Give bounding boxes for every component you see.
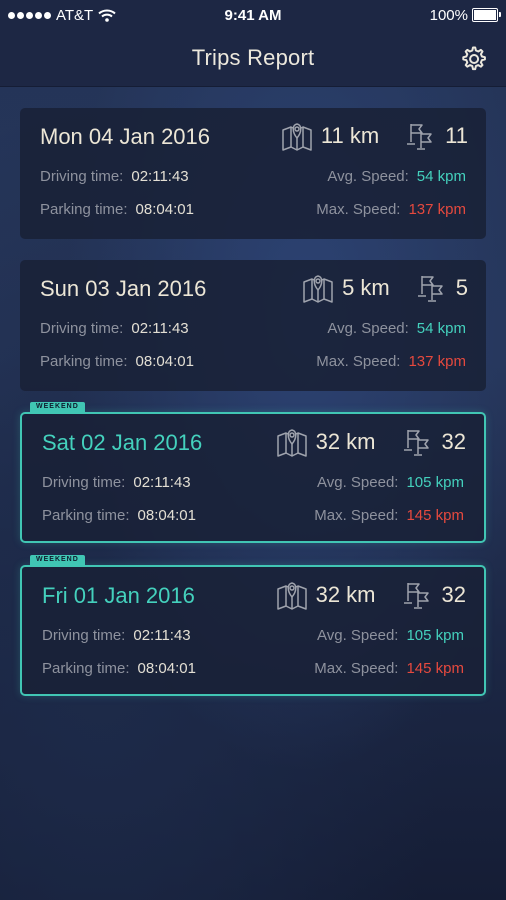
- trip-row-driving: Driving time: 02:11:43 Avg. Speed: 105 kpm: [42, 627, 464, 644]
- parking-time-label: Parking time:: [40, 201, 128, 218]
- driving-time-value: 02:11:43: [133, 474, 191, 491]
- flags-icon: [402, 579, 434, 611]
- status-right: 100%: [429, 6, 501, 24]
- trip-date: Sat 02 Jan 2016: [42, 430, 203, 455]
- trip-distance: 5 km: [342, 275, 390, 300]
- max-speed-label: Max. Speed:: [314, 507, 399, 524]
- map-pin-icon: [281, 120, 313, 152]
- avg-speed-value: 54 kpm: [416, 320, 466, 337]
- avg-speed-label: Avg. Speed:: [317, 474, 399, 491]
- parking-time-value: 08:04:01: [135, 353, 194, 370]
- trip-date: Sun 03 Jan 2016: [40, 276, 207, 301]
- max-speed-label: Max. Speed:: [316, 201, 401, 218]
- driving-time-label: Driving time:: [40, 168, 124, 185]
- nav-bar: Trips Report: [0, 30, 506, 87]
- trip-stops: 11: [445, 123, 468, 148]
- parking-time-label: Parking time:: [42, 507, 130, 524]
- trip-summary: 32 km 32: [276, 426, 466, 458]
- status-left: AT&T: [8, 7, 116, 24]
- settings-button[interactable]: [458, 44, 488, 74]
- parking-time-value: 08:04:01: [137, 660, 196, 677]
- weekend-tag: WEEKEND: [30, 555, 85, 565]
- max-speed-value: 137 kpm: [408, 353, 466, 370]
- avg-speed-value: 54 kpm: [416, 168, 466, 185]
- parking-time-label: Parking time:: [42, 660, 130, 677]
- weekend-tag: WEEKEND: [30, 402, 85, 412]
- trip-card[interactable]: Mon 04 Jan 2016 11 km 11 Driving time: 02…: [20, 108, 486, 239]
- parking-time-value: 08:04:01: [137, 507, 196, 524]
- parking-time-value: 08:04:01: [135, 201, 194, 218]
- avg-speed-label: Avg. Speed:: [317, 627, 399, 644]
- trip-summary: 5 km 5: [302, 272, 468, 304]
- carrier-label: AT&T: [56, 6, 94, 24]
- gear-icon: [462, 46, 486, 71]
- avg-speed-value: 105 kpm: [406, 474, 464, 491]
- trip-stops: 32: [441, 582, 466, 607]
- battery-percent: 100%: [429, 6, 468, 24]
- max-speed-value: 137 kpm: [408, 201, 466, 218]
- driving-time-value: 02:11:43: [131, 168, 189, 185]
- trip-card[interactable]: Sat 02 Jan 2016 32 km 32 Driving time: 02…: [20, 412, 486, 543]
- trip-row-parking: Parking time: 08:04:01 Max. Speed: 145 kpm: [42, 660, 464, 677]
- flags-icon: [405, 120, 437, 152]
- flags-icon: [402, 426, 434, 458]
- max-speed-label: Max. Speed:: [316, 353, 401, 370]
- map-pin-icon: [276, 579, 308, 611]
- driving-time-value: 02:11:43: [133, 627, 191, 644]
- trip-distance: 32 km: [315, 429, 376, 454]
- trip-summary: 32 km 32: [276, 579, 466, 611]
- max-speed-label: Max. Speed:: [314, 660, 399, 677]
- trip-row-driving: Driving time: 02:11:43 Avg. Speed: 54 kpm: [40, 168, 466, 185]
- avg-speed-value: 105 kpm: [406, 627, 464, 644]
- max-speed-value: 145 kpm: [406, 660, 464, 677]
- trip-card[interactable]: Sun 03 Jan 2016 5 km 5 Driving time: 02:1…: [20, 260, 486, 391]
- driving-time-label: Driving time:: [42, 627, 126, 644]
- page-title: Trips Report: [191, 45, 315, 70]
- trip-row-driving: Driving time: 02:11:43 Avg. Speed: 105 kpm: [42, 474, 464, 491]
- avg-speed-label: Avg. Speed:: [327, 320, 409, 337]
- map-pin-icon: [302, 272, 334, 304]
- trip-stops: 5: [455, 275, 468, 300]
- driving-time-value: 02:11:43: [131, 320, 189, 337]
- wifi-icon: [98, 9, 116, 22]
- trip-card[interactable]: Fri 01 Jan 2016 32 km 32 Driving time: 02…: [20, 565, 486, 696]
- trip-row-parking: Parking time: 08:04:01 Max. Speed: 137 kpm: [40, 201, 466, 218]
- driving-time-label: Driving time:: [42, 474, 126, 491]
- trip-date: Fri 01 Jan 2016: [42, 583, 195, 608]
- flags-icon: [416, 272, 448, 304]
- trip-distance: 11 km: [320, 123, 380, 148]
- max-speed-value: 145 kpm: [406, 507, 464, 524]
- avg-speed-label: Avg. Speed:: [327, 168, 409, 185]
- map-pin-icon: [276, 426, 308, 458]
- trip-row-parking: Parking time: 08:04:01 Max. Speed: 145 kpm: [42, 507, 464, 524]
- trip-stops: 32: [441, 429, 466, 454]
- battery-icon: [472, 8, 501, 22]
- trip-distance: 32 km: [315, 582, 376, 607]
- trip-date: Mon 04 Jan 2016: [40, 124, 211, 149]
- status-bar: AT&T 9:41 AM 100%: [0, 0, 506, 30]
- signal-dots-icon: [8, 11, 51, 19]
- driving-time-label: Driving time:: [40, 320, 124, 337]
- parking-time-label: Parking time:: [40, 353, 128, 370]
- trip-summary: 11 km 11: [281, 120, 468, 152]
- trip-row-parking: Parking time: 08:04:01 Max. Speed: 137 kpm: [40, 353, 466, 370]
- trip-row-driving: Driving time: 02:11:43 Avg. Speed: 54 kpm: [40, 320, 466, 337]
